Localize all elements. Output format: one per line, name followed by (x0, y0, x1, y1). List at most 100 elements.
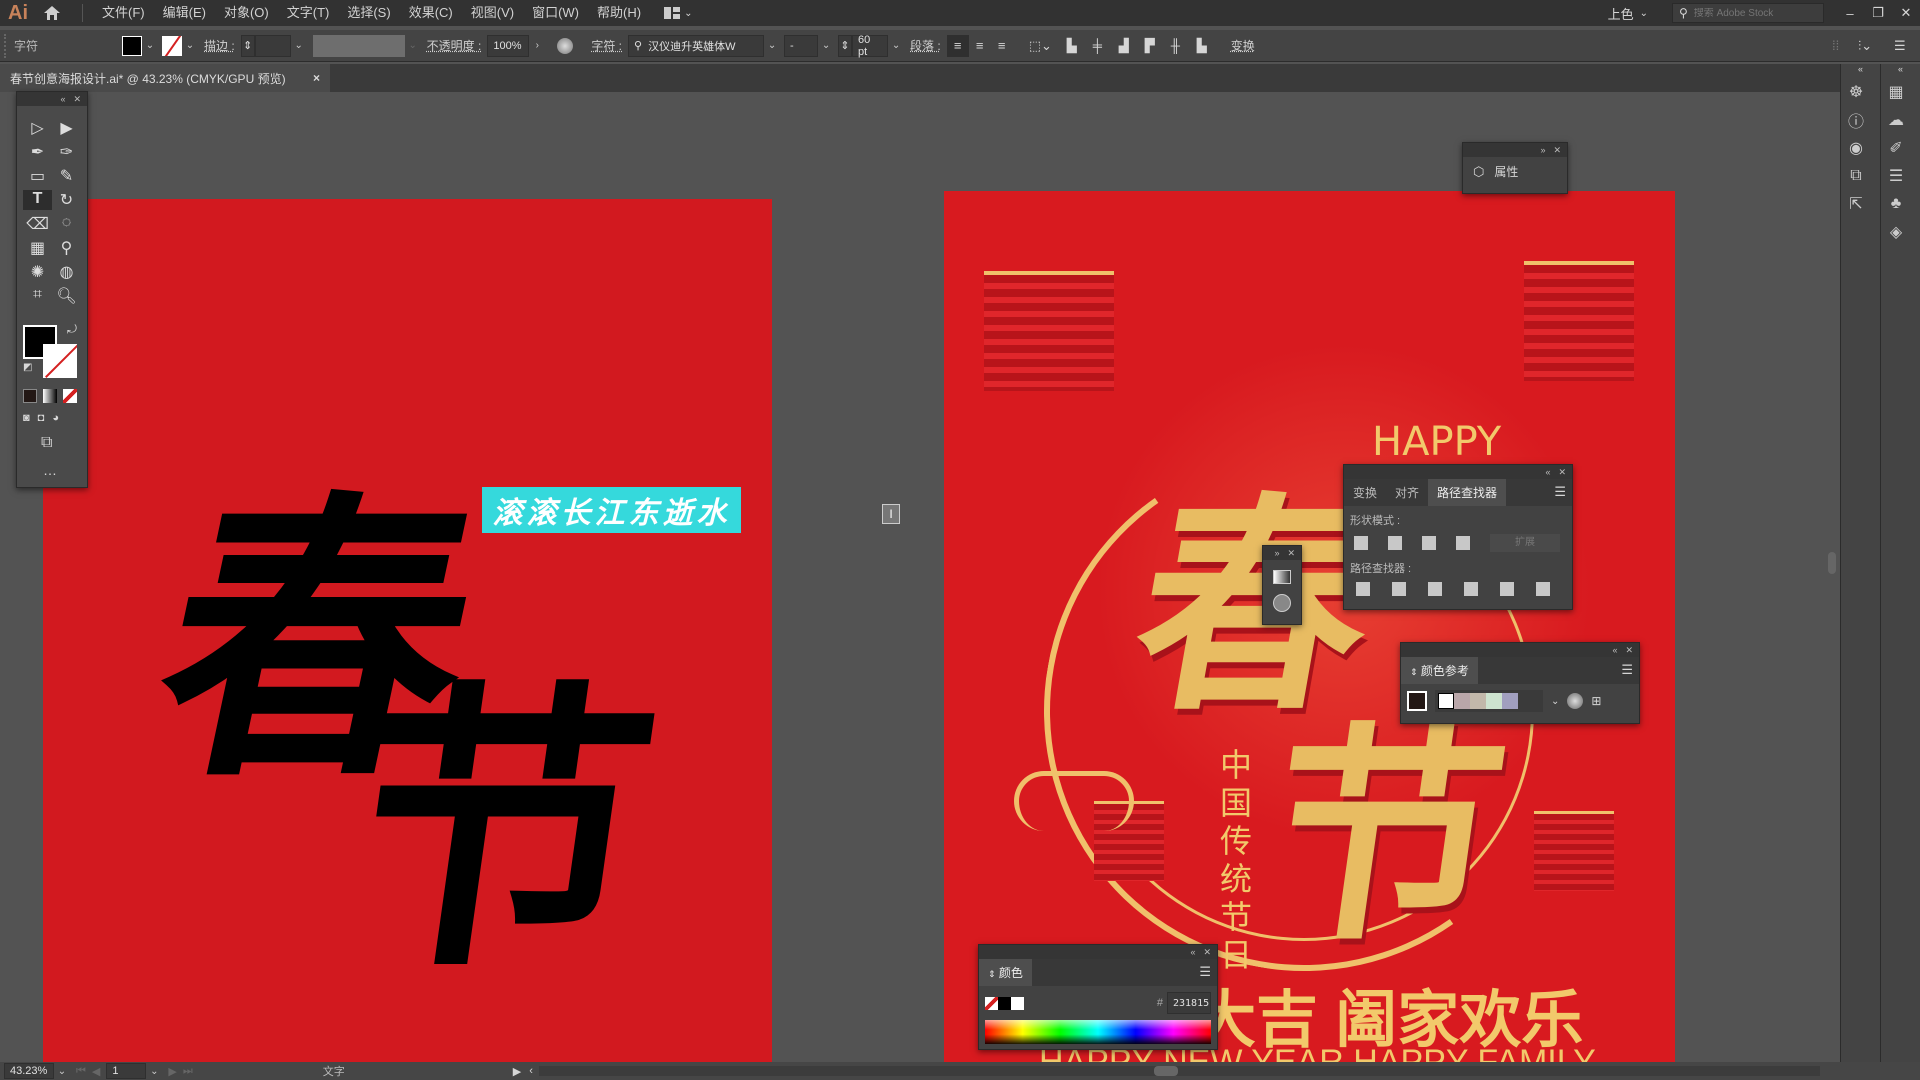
harmony-swatch[interactable] (1486, 693, 1502, 709)
properties-button[interactable]: ⬡ 属性 (1463, 157, 1567, 186)
last-artboard-button[interactable]: ⏭ (183, 1065, 193, 1078)
draw-normal-icon[interactable]: ◙ (23, 412, 30, 424)
layers-icon[interactable]: ◈ (1881, 218, 1911, 246)
gradient-tool-icon[interactable]: ▦ (23, 238, 52, 258)
panel-menu-icon[interactable]: ☰ (1548, 479, 1572, 506)
curvature-tool-icon[interactable]: ✑ (52, 142, 81, 162)
panel-menu-icon[interactable]: ☰ (1193, 959, 1217, 986)
stroke-weight-input[interactable] (254, 34, 291, 57)
artboard-left[interactable]: 春 节 滚滚长江东逝水 (43, 199, 772, 1068)
swatches-icon[interactable]: ▦ (1881, 78, 1911, 106)
merge-icon[interactable] (1428, 582, 1442, 596)
panel-menu-icon[interactable]: ☰ (1615, 657, 1639, 684)
scroll-thumb[interactable] (1828, 552, 1836, 574)
transform-icon[interactable]: ⧉ (1841, 162, 1871, 190)
fill-swatch[interactable] (122, 35, 142, 56)
tab-pathfinder[interactable]: 路径查找器 (1428, 479, 1507, 506)
font-style-dropdown[interactable]: ⌄ (818, 35, 834, 57)
tab-align[interactable]: 对齐 (1386, 479, 1428, 506)
align-left-button[interactable]: ≡ (946, 34, 969, 57)
trim-icon[interactable] (1392, 582, 1406, 596)
more-tools-icon[interactable]: … (43, 462, 57, 478)
expand-icon[interactable]: » (1540, 145, 1545, 155)
menu-type[interactable]: 文字(T) (278, 0, 339, 26)
align-center-button[interactable]: ≡ (969, 35, 991, 57)
harmony-swatch[interactable] (1502, 693, 1518, 709)
collapse-icon[interactable]: « (1612, 645, 1617, 655)
paragraph-label[interactable]: 段落 : (910, 37, 941, 54)
color-wheel-icon[interactable] (1567, 693, 1584, 709)
rotate-tool-icon[interactable]: ↻ (52, 190, 81, 210)
workspace-switcher[interactable]: 上色 ⌄ (1608, 4, 1648, 23)
close-icon[interactable]: ✕ (1625, 645, 1633, 656)
color-spectrum[interactable] (985, 1020, 1211, 1044)
transparency-panel-icon[interactable] (1273, 594, 1291, 612)
harmony-swatch[interactable] (1438, 693, 1454, 709)
stroke-label[interactable]: 描边 : (204, 37, 235, 54)
recolor-button[interactable] (557, 37, 574, 54)
screen-mode-icon[interactable]: ⧉ (41, 434, 52, 452)
zoom-dropdown[interactable]: ⌄ (54, 1063, 70, 1079)
direct-selection-tool-icon[interactable]: ▶ (52, 118, 81, 138)
right-scrollbar[interactable] (1826, 92, 1838, 1062)
stroke-dropdown[interactable]: ⌄ (182, 35, 198, 57)
stroke-weight-stepper[interactable]: ⇕ (240, 34, 255, 57)
base-color-swatch[interactable] (1407, 691, 1427, 711)
eraser-tool-icon[interactable]: ⌫ (23, 214, 52, 234)
stroke-weight-dropdown[interactable]: ⌄ (291, 35, 307, 57)
eyedropper-tool-icon[interactable]: ⚲ (52, 238, 81, 258)
opacity-input[interactable]: 100% (487, 34, 530, 57)
type-tool-icon[interactable]: T (23, 190, 52, 210)
menu-file[interactable]: 文件(F) (93, 0, 154, 26)
tab-transform[interactable]: 变换 (1344, 479, 1386, 506)
opacity-label[interactable]: 不透明度 : (427, 37, 482, 54)
font-family-dropdown[interactable]: ⌄ (764, 35, 780, 57)
first-artboard-button[interactable]: ⏮ (76, 1065, 86, 1078)
stroke-swatch[interactable] (162, 35, 182, 56)
menu-edit[interactable]: 编辑(E) (154, 0, 215, 26)
selection-tool-icon[interactable]: ▷ (23, 118, 52, 138)
variable-width-profile[interactable] (312, 34, 405, 57)
export-icon[interactable]: ⇱ (1841, 190, 1871, 218)
divide-icon[interactable] (1356, 582, 1370, 596)
outline-icon[interactable] (1500, 582, 1514, 596)
fill-dropdown[interactable]: ⌄ (142, 35, 158, 57)
draw-inside-icon[interactable]: ◕ (52, 412, 59, 424)
panel-menu-icon[interactable]: ☰ (1894, 38, 1920, 54)
tools-panel-header[interactable]: «✕ (17, 92, 87, 106)
brushes-icon[interactable]: ✐ (1881, 134, 1911, 162)
color-mode-icon[interactable] (23, 389, 37, 403)
stroke-color-box[interactable] (43, 344, 77, 378)
next-artboard-button[interactable]: ▶ (168, 1065, 176, 1078)
exclude-icon[interactable] (1456, 536, 1470, 550)
align-bottom-edges-button[interactable]: ▙ (1197, 38, 1223, 54)
artboard-right-poster[interactable]: HAPPY 春 节 中国传统节日 大吉 阖家欢乐 HAPPY NEW YEAR … (944, 191, 1675, 1068)
navigator-icon[interactable]: ☸ (1841, 78, 1871, 106)
close-window-button[interactable]: ✕ (1892, 5, 1920, 21)
profile-dropdown[interactable]: ⌄ (405, 35, 421, 57)
save-swatch-group-icon[interactable]: ⊞ (1591, 694, 1601, 708)
artboard-dropdown[interactable]: ⌄ (146, 1063, 162, 1079)
collapse-icon[interactable]: « (1545, 467, 1550, 477)
white-swatch[interactable] (1011, 996, 1024, 1010)
align-vertical-center-button[interactable]: ╫ (1171, 38, 1197, 53)
restore-button[interactable]: ❐ (1864, 5, 1892, 21)
symbols-icon[interactable]: ♣ (1881, 190, 1911, 218)
tab-color-guide[interactable]: ⇕ 颜色参考 (1401, 657, 1478, 684)
align-right-button[interactable]: ≡ (991, 35, 1013, 57)
font-size-stepper[interactable]: ⇕ (838, 34, 853, 57)
stroke-panel-icon[interactable]: ☰ (1881, 162, 1911, 190)
font-style-select[interactable]: - (784, 34, 819, 57)
close-tab-icon[interactable]: × (313, 71, 320, 85)
collapse-icon[interactable]: « (60, 94, 65, 104)
align-right-edges-button[interactable]: ▟ (1119, 38, 1145, 54)
font-size-input[interactable]: 60 pt (852, 34, 889, 58)
paintbrush-tool-icon[interactable]: ✎ (52, 166, 81, 186)
shape-builder-tool-icon[interactable]: ◍ (52, 262, 81, 282)
selected-text-frame[interactable]: 滚滚长江东逝水 (482, 487, 741, 533)
minus-front-icon[interactable] (1388, 536, 1402, 550)
draw-behind-icon[interactable]: ◘ (38, 412, 45, 424)
default-fill-stroke-icon[interactable]: ◩ (23, 362, 32, 373)
arrange-panel-button[interactable]: ⫶⌄ (1858, 38, 1894, 54)
none-mode-icon[interactable] (63, 389, 77, 403)
